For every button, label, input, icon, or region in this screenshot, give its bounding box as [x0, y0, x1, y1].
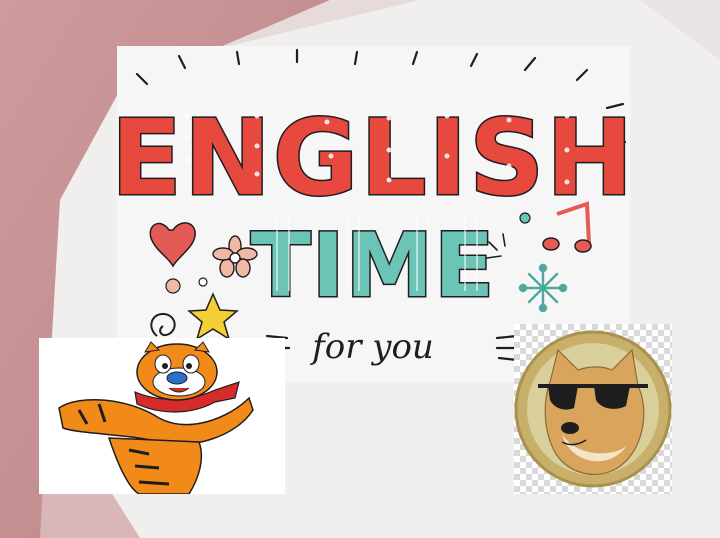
tiger-mascot-image: [39, 338, 285, 494]
star-icon: [187, 292, 239, 341]
title-line-time: TIME: [251, 214, 495, 317]
swirl-icon: [150, 312, 176, 337]
doge-coin-image: [514, 324, 672, 494]
heart-icon: [149, 222, 196, 268]
subtitle-for-you: for you: [309, 327, 434, 367]
title-line-english: ENGLISH: [117, 97, 630, 219]
sparkle-icon: [518, 263, 568, 313]
